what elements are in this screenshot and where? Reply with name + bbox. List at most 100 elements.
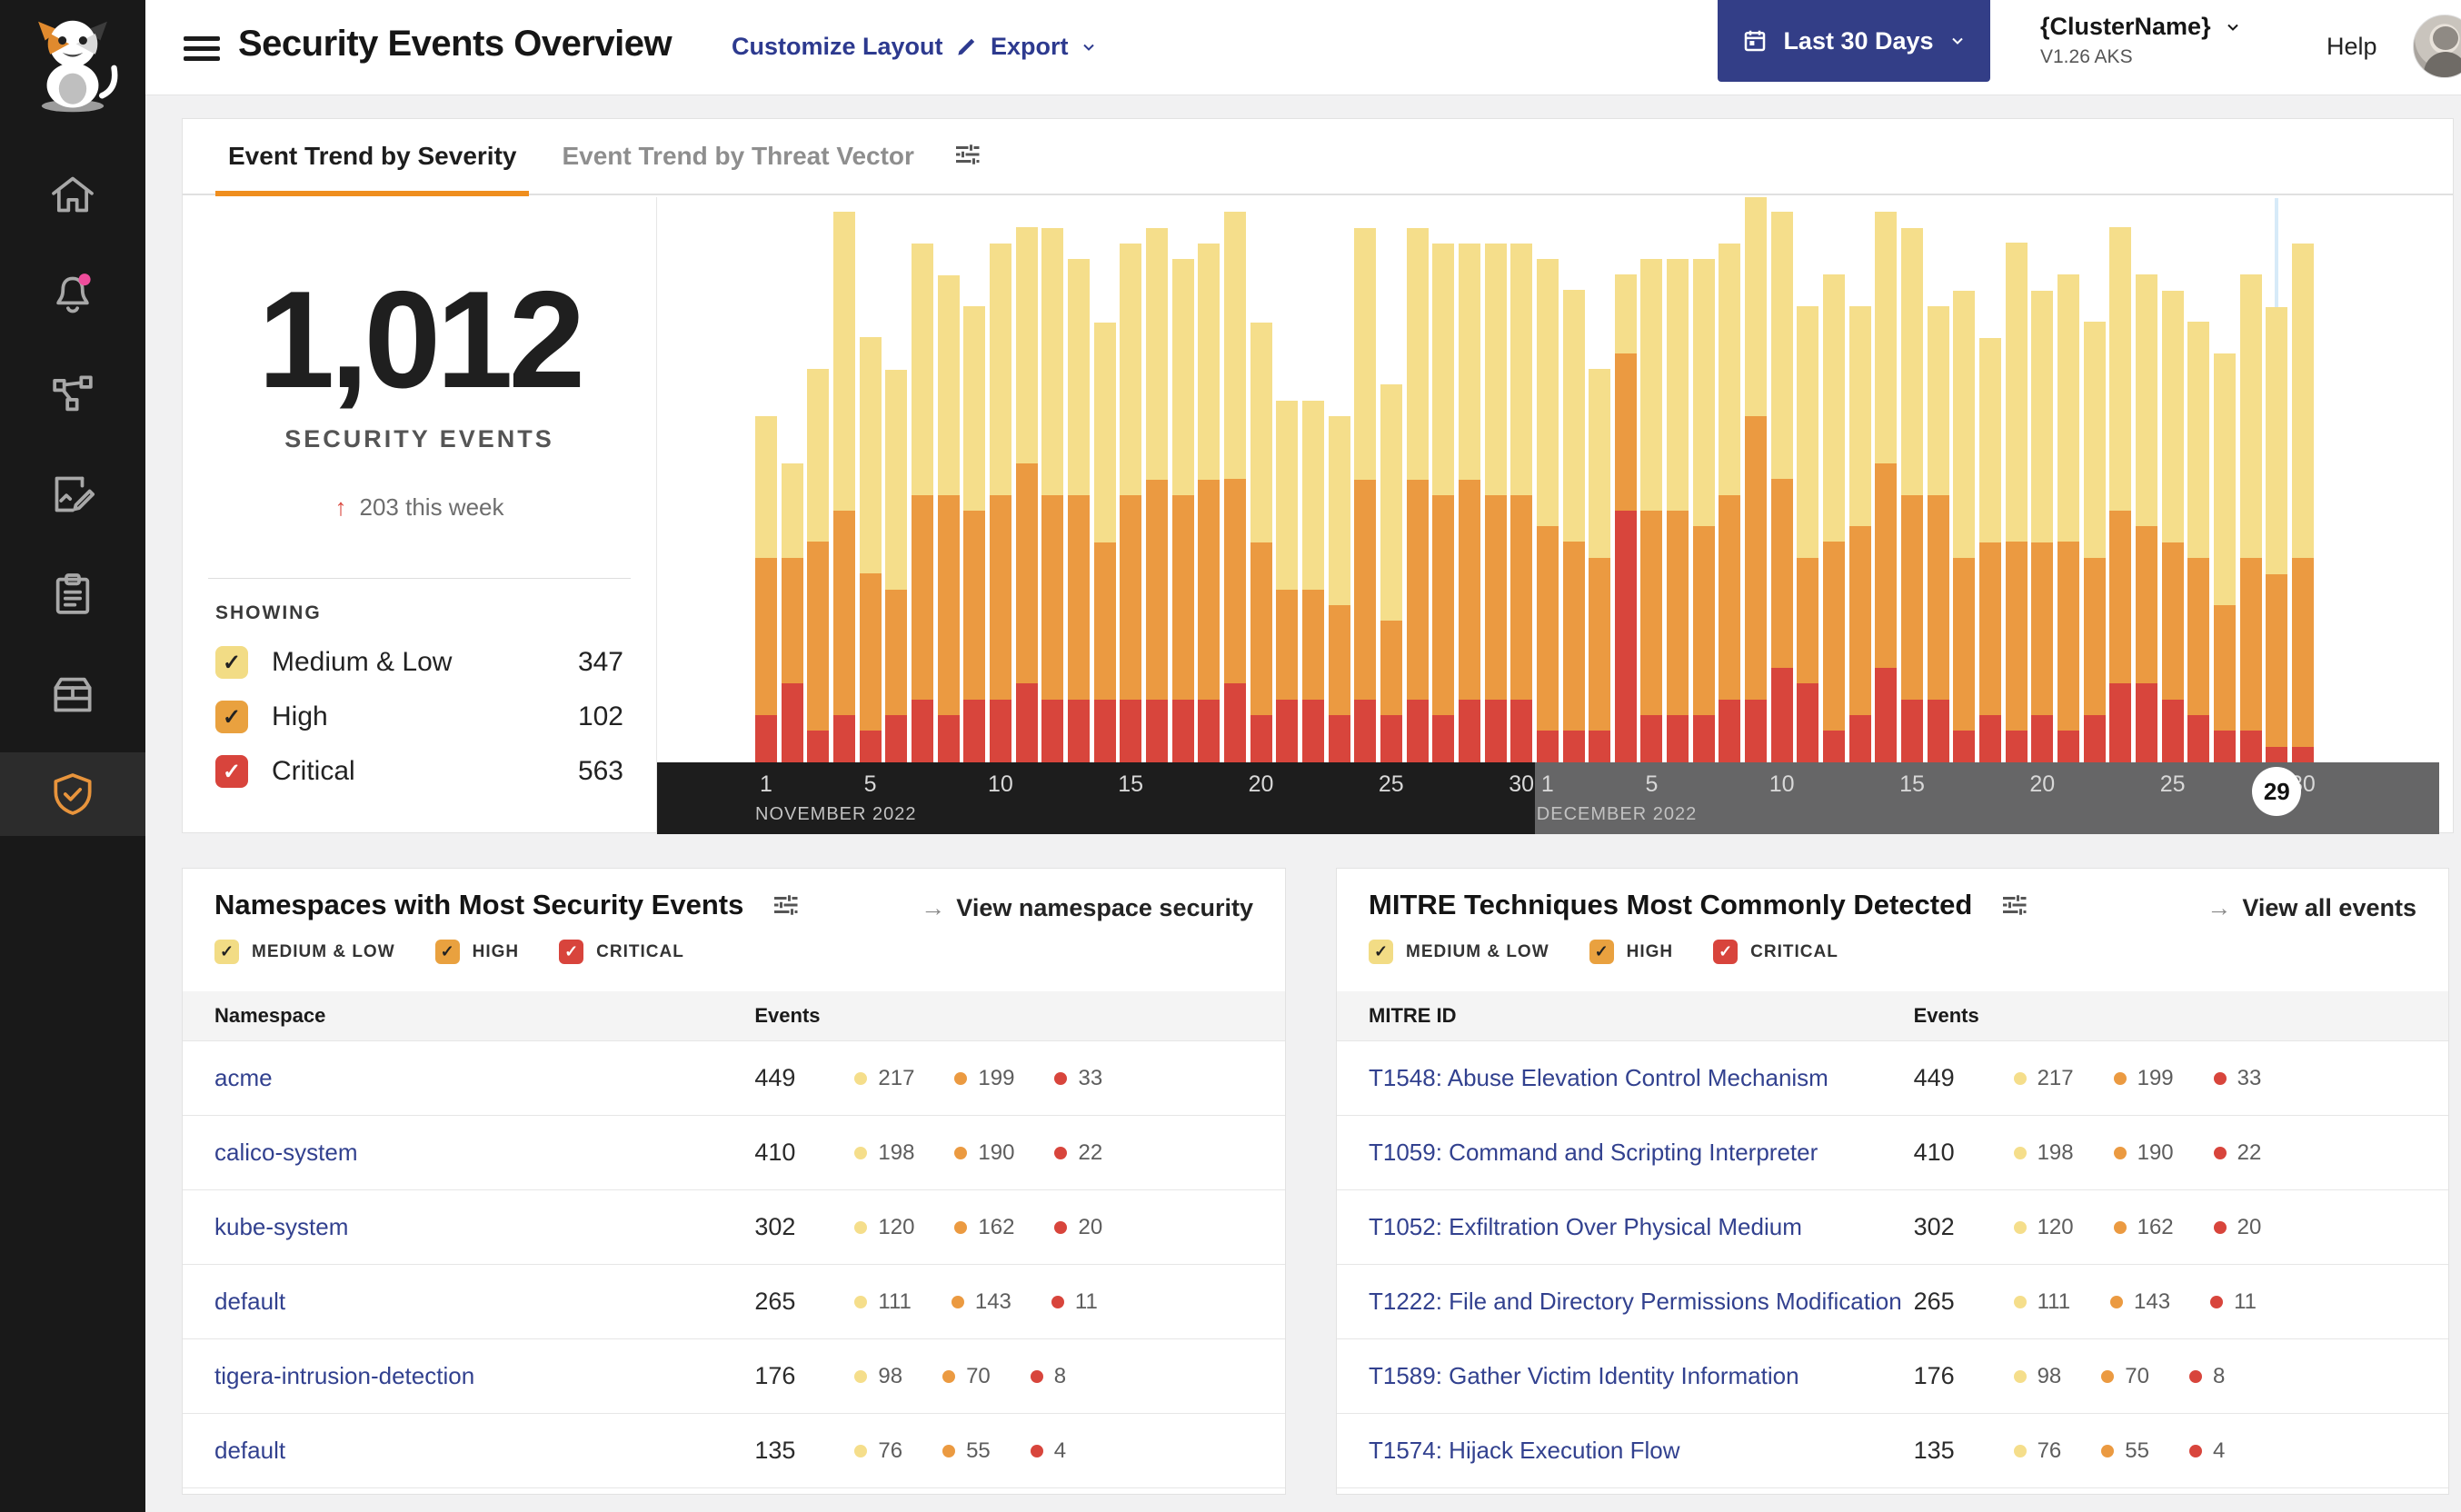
bar-dec-3[interactable] [1589, 369, 1611, 762]
bar-dec-18[interactable] [1979, 338, 2001, 762]
bar-dec-2[interactable] [1562, 290, 1585, 762]
bar-nov-4[interactable] [833, 212, 855, 762]
bar-nov-26[interactable] [1406, 228, 1429, 762]
bar-nov-19[interactable] [1223, 212, 1246, 762]
bar-nov-22[interactable] [1301, 401, 1324, 762]
sidebar-item-compliance[interactable] [0, 552, 145, 636]
severity-chip-medium-low[interactable]: ✓ MEDIUM & LOW [214, 940, 395, 964]
date-range-selector[interactable]: Last 30 Days [1718, 0, 1990, 82]
severity-chip-critical[interactable]: ✓ CRITICAL [1713, 940, 1838, 964]
bar-nov-14[interactable] [1093, 323, 1116, 762]
bar-dec-9[interactable] [1745, 197, 1768, 762]
mitre-technique-link[interactable]: T1548: Abuse Elevation Control Mechanism [1369, 1064, 1828, 1092]
bar-dec-8[interactable] [1719, 244, 1741, 762]
bar-dec-22[interactable] [2083, 322, 2106, 762]
trend-filter-button[interactable] [951, 138, 983, 175]
tab-event-trend-by-severity[interactable]: Event Trend by Severity [214, 118, 530, 196]
user-avatar[interactable] [2413, 15, 2461, 78]
view-all-events-link[interactable]: → View all events [2207, 894, 2416, 922]
bar-dec-26[interactable] [2187, 322, 2210, 762]
bar-dec-17[interactable] [1953, 291, 1976, 762]
bar-dec-10[interactable] [1770, 212, 1793, 762]
bar-dec-6[interactable] [1667, 259, 1689, 762]
selected-day-marker[interactable]: 29 [2252, 767, 2302, 816]
bar-nov-25[interactable] [1380, 384, 1402, 762]
sidebar-item-image-assurance[interactable] [0, 652, 145, 736]
bar-nov-1[interactable] [755, 416, 777, 762]
namespace-link[interactable]: calico-system [214, 1139, 357, 1167]
namespace-link[interactable]: tigera-intrusion-detection [214, 1362, 474, 1390]
bar-nov-18[interactable] [1198, 244, 1221, 762]
namespace-link[interactable]: kube-system [214, 1213, 348, 1241]
mitre-technique-link[interactable]: T1059: Command and Scripting Interpreter [1369, 1139, 1818, 1167]
legend-critical-checkbox[interactable]: ✓ Critical 563 [215, 755, 623, 788]
bar-dec-1[interactable] [1536, 259, 1559, 762]
bar-dec-28[interactable] [2239, 274, 2262, 762]
tune-icon[interactable] [769, 889, 802, 921]
menu-icon[interactable] [184, 31, 220, 64]
sidebar-item-policies[interactable] [0, 453, 145, 536]
mitre-technique-link[interactable]: T1589: Gather Victim Identity Informatio… [1369, 1362, 1799, 1390]
bar-nov-21[interactable] [1276, 401, 1299, 762]
legend-medium-low-checkbox[interactable]: ✓ Medium & Low 347 [215, 646, 623, 679]
namespace-link[interactable]: default [214, 1288, 285, 1316]
bar-dec-4[interactable] [1614, 274, 1637, 762]
bar-dec-21[interactable] [2057, 274, 2079, 762]
bar-dec-29[interactable] [2266, 307, 2288, 762]
cluster-selector[interactable]: {ClusterName} V1.26 AKS [2040, 13, 2242, 68]
sidebar-item-home[interactable] [0, 153, 145, 236]
bar-nov-9[interactable] [963, 306, 986, 762]
bar-nov-8[interactable] [937, 275, 960, 762]
export-button[interactable]: Export [991, 33, 1098, 61]
bar-nov-11[interactable] [1015, 227, 1038, 762]
bar-nov-12[interactable] [1041, 228, 1064, 762]
sidebar-item-service-graph[interactable] [0, 353, 145, 436]
bar-nov-3[interactable] [807, 369, 830, 762]
severity-chip-critical[interactable]: ✓ CRITICAL [559, 940, 684, 964]
bar-nov-24[interactable] [1354, 228, 1377, 762]
bar-dec-25[interactable] [2161, 291, 2184, 762]
namespace-link[interactable]: acme [214, 1064, 273, 1092]
severity-chip-high[interactable]: ✓ HIGH [434, 940, 520, 964]
bar-nov-10[interactable] [989, 244, 1011, 762]
tab-event-trend-by-threat-vector[interactable]: Event Trend by Threat Vector [562, 118, 913, 194]
help-link[interactable]: Help [2326, 33, 2377, 61]
calico-cat-logo[interactable] [20, 16, 125, 116]
sidebar-item-alerts[interactable] [0, 253, 145, 336]
bar-nov-23[interactable] [1328, 416, 1350, 762]
bar-dec-19[interactable] [2005, 243, 2028, 762]
view-namespace-security-link[interactable]: → View namespace security [921, 894, 1253, 922]
mitre-technique-link[interactable]: T1222: File and Directory Permissions Mo… [1369, 1288, 1902, 1316]
severity-chip-high[interactable]: ✓ HIGH [1589, 940, 1674, 964]
bar-nov-5[interactable] [859, 337, 882, 762]
bar-nov-7[interactable] [912, 244, 933, 762]
bar-nov-15[interactable] [1120, 244, 1142, 762]
bar-nov-2[interactable] [781, 463, 803, 762]
bar-nov-20[interactable] [1250, 323, 1272, 762]
namespace-link[interactable]: default [214, 1437, 285, 1465]
bar-dec-7[interactable] [1692, 259, 1715, 762]
bar-dec-16[interactable] [1927, 306, 1949, 762]
bar-nov-30[interactable] [1510, 244, 1533, 762]
bar-nov-27[interactable] [1432, 244, 1455, 762]
bar-dec-11[interactable] [1797, 306, 1819, 762]
bar-nov-17[interactable] [1171, 259, 1194, 762]
legend-high-checkbox[interactable]: ✓ High 102 [215, 701, 623, 733]
bar-dec-13[interactable] [1848, 306, 1871, 762]
bar-dec-30[interactable] [2291, 244, 2314, 762]
tune-icon[interactable] [1998, 889, 2030, 921]
bar-dec-14[interactable] [1875, 212, 1898, 762]
bar-nov-16[interactable] [1145, 228, 1168, 762]
mitre-technique-link[interactable]: T1052: Exfiltration Over Physical Medium [1369, 1213, 1802, 1241]
sidebar-item-threat-defense[interactable] [0, 752, 145, 836]
bar-dec-15[interactable] [1901, 228, 1923, 762]
customize-layout-button[interactable]: Customize Layout [732, 33, 978, 61]
bar-nov-29[interactable] [1484, 244, 1507, 762]
mitre-technique-link[interactable]: T1574: Hijack Execution Flow [1369, 1437, 1679, 1465]
bar-dec-27[interactable] [2214, 353, 2236, 762]
bar-nov-13[interactable] [1067, 259, 1090, 762]
bar-nov-28[interactable] [1458, 244, 1480, 762]
bar-dec-20[interactable] [2031, 291, 2054, 762]
bar-nov-6[interactable] [885, 370, 908, 762]
bar-dec-23[interactable] [2109, 227, 2132, 762]
